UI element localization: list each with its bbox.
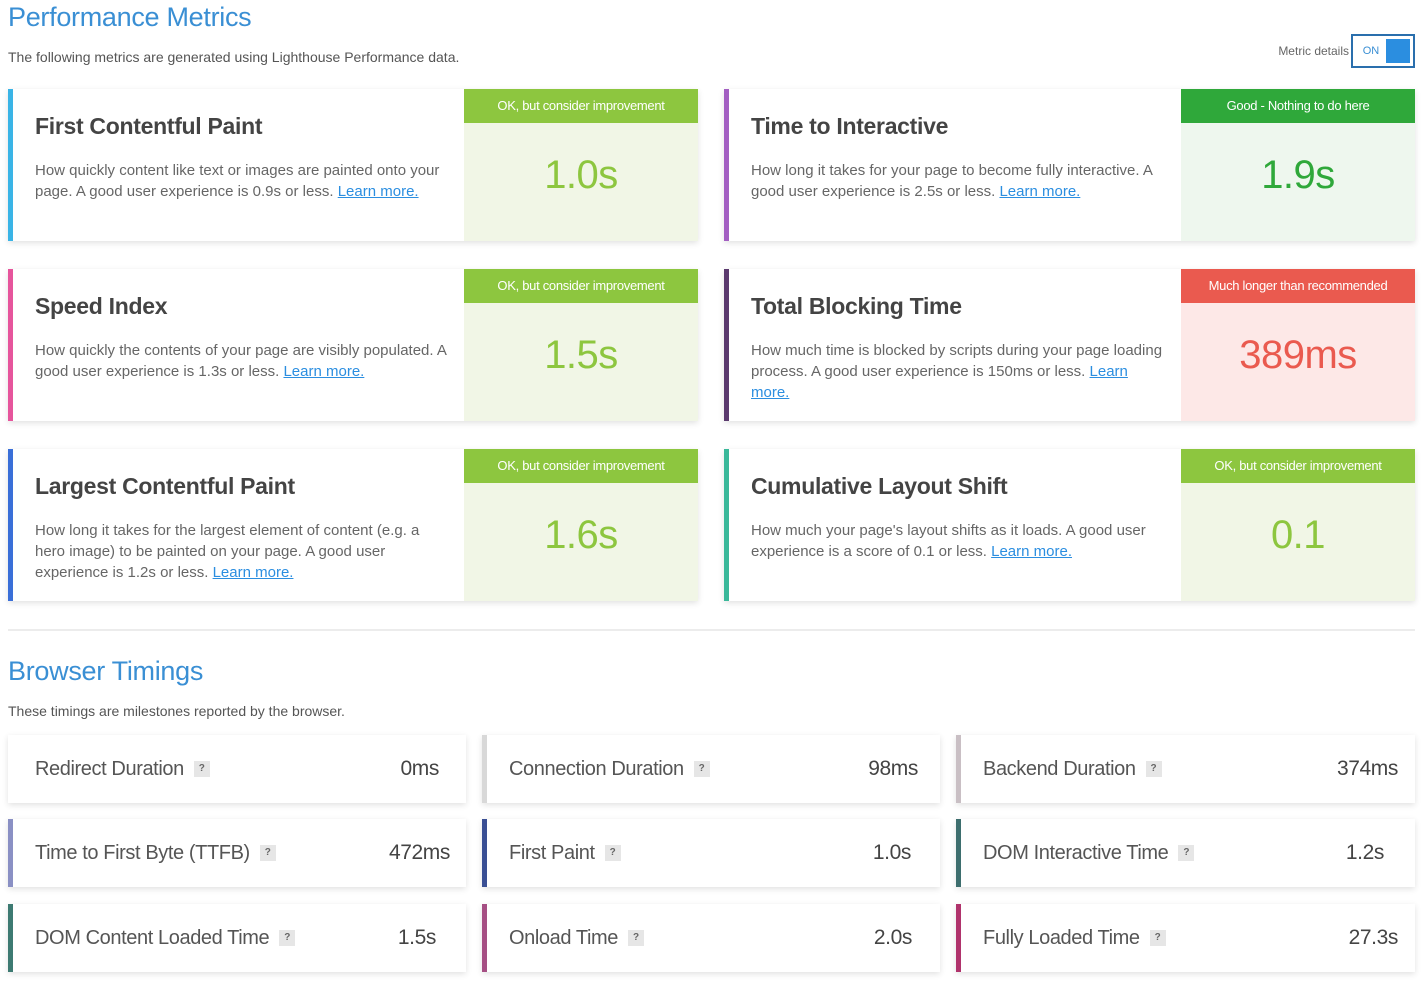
browser-timings-title: Browser Timings — [8, 656, 204, 686]
help-icon[interactable]: ? — [193, 761, 210, 777]
learn-more-link[interactable]: Learn more. — [213, 564, 294, 581]
timing-value: 374ms — [1336, 757, 1398, 780]
metric-value: 1.9s — [1261, 153, 1335, 197]
metric-grade-panel: OK, but consider improvement 1.5s — [464, 269, 698, 421]
grade-badge: OK, but consider improvement — [464, 89, 698, 123]
metric-grade-panel: Much longer than recommended 389ms — [1181, 269, 1415, 421]
metric-title: Cumulative Layout Shift — [751, 473, 1008, 499]
help-icon[interactable]: ? — [1149, 930, 1166, 946]
timing-label: First Paint — [509, 841, 595, 864]
timing-card-first-paint: First Paint? 1.0s — [482, 819, 940, 887]
timing-card-connection: Connection Duration? 98ms — [482, 735, 940, 803]
metric-grade-panel: Good - Nothing to do here 1.9s — [1181, 89, 1415, 241]
help-icon[interactable]: ? — [1178, 845, 1195, 861]
learn-more-link[interactable]: Learn more. — [991, 543, 1072, 560]
metric-value: 389ms — [1239, 333, 1357, 377]
timing-card-ttfb: Time to First Byte (TTFB)? 472ms — [8, 819, 466, 887]
metric-title: Largest Contentful Paint — [35, 473, 295, 499]
timing-label: Redirect Duration — [35, 757, 184, 780]
performance-title: Performance Metrics — [8, 2, 252, 32]
timing-value: 2.0s — [873, 926, 912, 949]
metric-grade-panel: OK, but consider improvement 0.1 — [1181, 449, 1415, 601]
help-icon[interactable]: ? — [628, 930, 644, 946]
metric-details-label: Metric details — [1278, 44, 1349, 58]
metric-description: How long it takes for the largest elemen… — [35, 522, 420, 581]
metric-description: How long it takes for your page to becom… — [751, 162, 1153, 200]
timing-card-dom-interactive: DOM Interactive Time? 1.2s — [956, 819, 1415, 887]
timing-label: DOM Content Loaded Time — [35, 926, 270, 949]
help-icon[interactable]: ? — [604, 845, 621, 861]
metric-card-tti: Time to Interactive How long it takes fo… — [724, 89, 1415, 241]
toggle-state-text: ON — [1362, 45, 1380, 57]
timing-card-backend: Backend Duration? 374ms — [956, 735, 1415, 803]
metric-value: 0.1 — [1270, 513, 1326, 557]
timing-value: 472ms — [388, 841, 450, 864]
learn-more-link[interactable]: Learn more. — [999, 183, 1080, 200]
grade-badge: OK, but consider improvement — [464, 449, 698, 483]
timing-label: DOM Interactive Time — [983, 841, 1169, 864]
grade-badge: OK, but consider improvement — [464, 269, 698, 303]
timing-label: Connection Duration — [509, 757, 684, 780]
timing-card-redirect: Redirect Duration? 0ms — [8, 735, 466, 803]
metric-card-speed-index: Speed Index How quickly the contents of … — [8, 269, 698, 421]
metric-grade-panel: OK, but consider improvement 1.0s — [464, 89, 698, 241]
timing-value: 98ms — [868, 757, 918, 780]
metric-description: How quickly the contents of your page ar… — [35, 342, 447, 380]
timing-card-onload: Onload Time? 2.0s — [482, 904, 940, 972]
timing-value: 1.5s — [397, 926, 436, 949]
grade-badge: Good - Nothing to do here — [1181, 89, 1415, 123]
learn-more-link[interactable]: Learn more. — [283, 363, 364, 380]
grade-badge: Much longer than recommended — [1181, 269, 1415, 303]
metric-value: 1.5s — [544, 333, 618, 377]
metric-grade-panel: OK, but consider improvement 1.6s — [464, 449, 698, 601]
timing-value: 1.2s — [1345, 841, 1384, 864]
help-icon[interactable]: ? — [259, 845, 276, 861]
learn-more-link[interactable]: Learn more. — [338, 183, 419, 200]
help-icon[interactable]: ? — [1145, 761, 1162, 777]
grade-badge: OK, but consider improvement — [1181, 449, 1415, 483]
metric-title: Speed Index — [35, 293, 168, 319]
help-icon[interactable]: ? — [279, 930, 296, 946]
metric-card-lcp: Largest Contentful Paint How long it tak… — [8, 449, 698, 601]
timing-label: Time to First Byte (TTFB) — [35, 841, 250, 864]
metric-details-toggle[interactable]: ON — [1351, 34, 1415, 68]
timing-value: 0ms — [400, 757, 440, 780]
performance-subtitle: The following metrics are generated usin… — [8, 49, 460, 65]
metric-description: How quickly content like text or images … — [35, 162, 440, 200]
metric-card-tbt: Total Blocking Time How much time is blo… — [724, 269, 1415, 421]
toggle-knob[interactable] — [1386, 39, 1410, 63]
metric-description: How much your page's layout shifts as it… — [751, 522, 1146, 560]
metric-title: Total Blocking Time — [751, 293, 962, 319]
browser-timings-subtitle: These timings are milestones reported by… — [8, 703, 345, 719]
help-icon[interactable]: ? — [693, 761, 710, 777]
timing-label: Onload Time — [509, 926, 618, 949]
timing-value: 1.0s — [872, 841, 911, 864]
section-divider — [8, 629, 1415, 631]
metric-title: Time to Interactive — [751, 113, 949, 139]
metric-card-fcp: First Contentful Paint How quickly conte… — [8, 89, 698, 241]
timing-card-fully-loaded: Fully Loaded Time? 27.3s — [956, 904, 1415, 972]
metric-description: How much time is blocked by scripts duri… — [751, 342, 1163, 401]
metric-card-cls: Cumulative Layout Shift How much your pa… — [724, 449, 1415, 601]
timing-card-dom-content-loaded: DOM Content Loaded Time? 1.5s — [8, 904, 466, 972]
metric-value: 1.0s — [544, 153, 618, 197]
metric-title: First Contentful Paint — [35, 113, 263, 139]
timing-label: Fully Loaded Time — [983, 926, 1140, 949]
metric-value: 1.6s — [544, 513, 618, 557]
timing-label: Backend Duration — [983, 757, 1136, 780]
timing-value: 27.3s — [1348, 926, 1399, 949]
metric-details-toggle-group: Metric details ON — [1278, 34, 1415, 68]
